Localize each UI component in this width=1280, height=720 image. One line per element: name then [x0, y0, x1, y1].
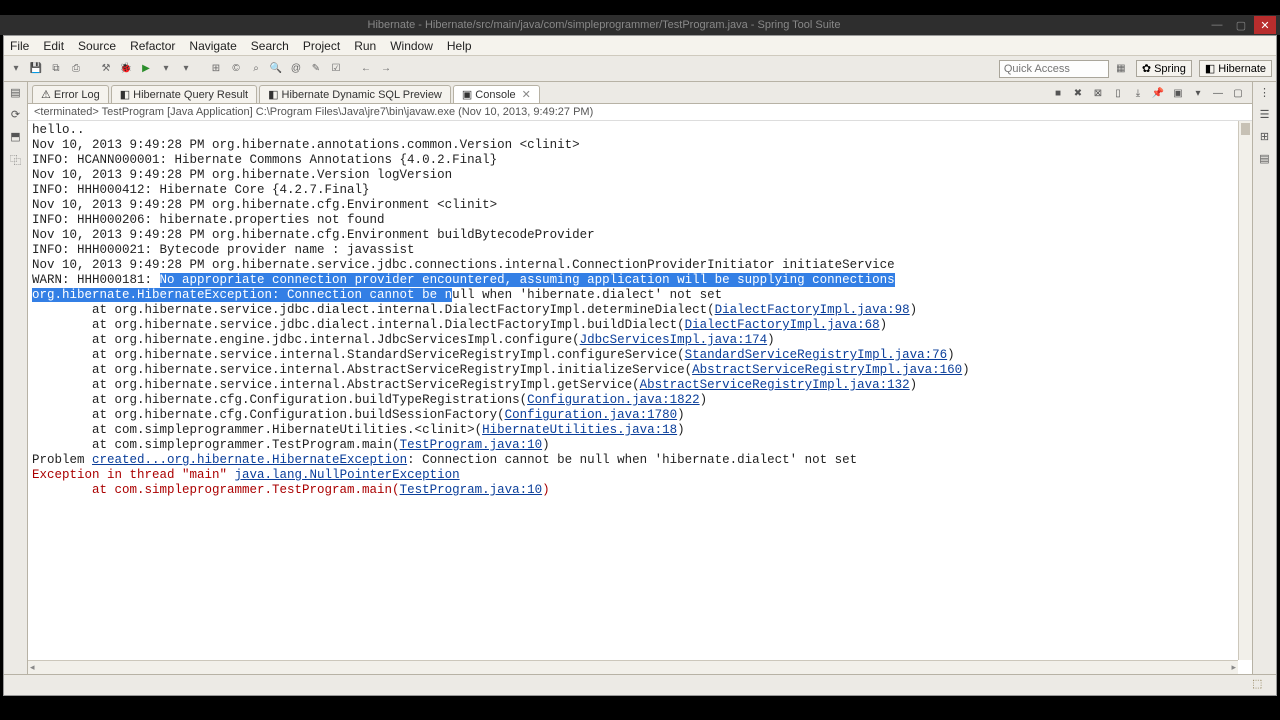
tab-error-log[interactable]: ⚠Error Log: [32, 85, 109, 103]
menu-refactor[interactable]: Refactor: [130, 39, 175, 53]
console-area[interactable]: hello.. Nov 10, 2013 9:49:28 PM org.hibe…: [28, 121, 1252, 674]
perspective-spring[interactable]: ✿Spring: [1136, 60, 1192, 77]
task-list-icon[interactable]: ☰: [1257, 108, 1273, 124]
stack-link-11[interactable]: TestProgram.java:10: [400, 483, 543, 497]
debug-icon[interactable]: 🐞: [118, 61, 134, 77]
sql-preview-icon: ◧: [268, 88, 278, 101]
remove-launch-icon[interactable]: ✖: [1070, 85, 1086, 101]
outline-icon[interactable]: ⋮: [1257, 86, 1273, 102]
terminate-icon[interactable]: ■: [1050, 85, 1066, 101]
stack-link-10[interactable]: TestProgram.java:10: [400, 438, 543, 452]
left-trim: ▤ ⟳ ⬒ ⿻: [4, 82, 28, 674]
servers-icon[interactable]: ⿻: [8, 152, 24, 168]
new-class-icon[interactable]: ©: [228, 61, 244, 77]
stack-link-6[interactable]: AbstractServiceRegistryImpl.java:132: [640, 378, 910, 392]
stack-link-9[interactable]: HibernateUtilities.java:18: [482, 423, 677, 437]
open-perspective-icon[interactable]: ▦: [1113, 61, 1129, 77]
query-result-icon: ◧: [120, 88, 130, 101]
console-text[interactable]: hello.. Nov 10, 2013 9:49:28 PM org.hibe…: [28, 121, 1252, 502]
annotations-icon[interactable]: @: [288, 61, 304, 77]
run-last-icon[interactable]: ▾: [158, 61, 174, 77]
console-toolbar: ■ ✖ ⊠ ▯ ⤓ 📌 ▣ ▾ — ▢: [1050, 85, 1246, 103]
new-icon[interactable]: ▾: [8, 61, 24, 77]
workbench: File Edit Source Refactor Navigate Searc…: [3, 35, 1277, 696]
terminated-label: <terminated> TestProgram [Java Applicati…: [28, 104, 1252, 121]
scroll-right-icon[interactable]: ▸: [1231, 662, 1236, 673]
main-toolbar: ▾ 💾 ⧉ ⎙ ⚒ 🐞 ▶ ▾ ▾ ⊞ © ⌕ 🔍 @ ✎ ☑ ← → ▦ ✿S…: [4, 56, 1276, 82]
menubar: File Edit Source Refactor Navigate Searc…: [4, 36, 1276, 56]
spring-icon: ✿: [1142, 62, 1151, 75]
horizontal-scrollbar[interactable]: ◂▸: [28, 660, 1238, 674]
quick-access-input[interactable]: [999, 60, 1109, 78]
remove-all-icon[interactable]: ⊠: [1090, 85, 1106, 101]
view-tabstrip: ⚠Error Log ◧Hibernate Query Result ◧Hibe…: [28, 82, 1252, 104]
maximize-view-icon[interactable]: ▢: [1230, 85, 1246, 101]
package-explorer-icon[interactable]: ▤: [8, 86, 24, 102]
scroll-lock-icon[interactable]: ⤓: [1130, 85, 1146, 101]
menu-help[interactable]: Help: [447, 39, 472, 53]
navigator-icon[interactable]: ⟳: [8, 108, 24, 124]
right-trim: ⋮ ☰ ⊞ ▤: [1252, 82, 1276, 674]
selected-text-warn[interactable]: No appropriate connection provider encou…: [160, 273, 895, 287]
status-bar: ⬚: [4, 674, 1276, 695]
tab-sql-preview[interactable]: ◧Hibernate Dynamic SQL Preview: [259, 85, 451, 103]
selected-text-exc[interactable]: org.hibernate.HibernateException: Connec…: [32, 288, 452, 302]
forward-icon[interactable]: →: [378, 61, 394, 77]
stack-link-4[interactable]: StandardServiceRegistryImpl.java:76: [685, 348, 948, 362]
status-updates-icon[interactable]: ⬚: [1252, 677, 1268, 693]
tab-console[interactable]: ▣Console✕: [453, 85, 540, 103]
minimize-view-icon[interactable]: —: [1210, 85, 1226, 101]
pin-console-icon[interactable]: 📌: [1150, 85, 1166, 101]
vertical-scrollbar[interactable]: [1238, 121, 1252, 660]
stack-link-5[interactable]: AbstractServiceRegistryImpl.java:160: [692, 363, 962, 377]
console-icon: ▣: [462, 88, 472, 101]
maximize-button[interactable]: ▢: [1230, 16, 1252, 34]
menu-source[interactable]: Source: [78, 39, 116, 53]
print-icon[interactable]: ⎙: [68, 61, 84, 77]
tab-query-result[interactable]: ◧Hibernate Query Result: [111, 85, 257, 103]
save-all-icon[interactable]: ⧉: [48, 61, 64, 77]
menu-search[interactable]: Search: [251, 39, 289, 53]
title-bar: Hibernate - Hibernate/src/main/java/com/…: [0, 15, 1280, 35]
menu-window[interactable]: Window: [390, 39, 433, 53]
properties-icon[interactable]: ⊞: [1257, 130, 1273, 146]
stack-link-1[interactable]: DialectFactoryImpl.java:98: [715, 303, 910, 317]
build-icon[interactable]: ⚒: [98, 61, 114, 77]
hibernate-icon: ◧: [1205, 62, 1215, 75]
clear-console-icon[interactable]: ▯: [1110, 85, 1126, 101]
run-icon[interactable]: ▶: [138, 61, 154, 77]
menu-edit[interactable]: Edit: [43, 39, 64, 53]
close-tab-icon[interactable]: ✕: [522, 88, 531, 101]
stack-link-7[interactable]: Configuration.java:1822: [527, 393, 700, 407]
minimize-button[interactable]: —: [1206, 16, 1228, 34]
menu-navigate[interactable]: Navigate: [189, 39, 236, 53]
stack-link-8[interactable]: Configuration.java:1780: [505, 408, 678, 422]
external-tools-icon[interactable]: ▾: [178, 61, 194, 77]
scroll-left-icon[interactable]: ◂: [30, 662, 35, 673]
save-icon[interactable]: 💾: [28, 61, 44, 77]
scroll-thumb[interactable]: [1241, 123, 1250, 135]
toggle-mark-icon[interactable]: ✎: [308, 61, 324, 77]
back-icon[interactable]: ←: [358, 61, 374, 77]
search-icon[interactable]: 🔍: [268, 61, 284, 77]
display-selected-icon[interactable]: ▣: [1170, 85, 1186, 101]
menu-project[interactable]: Project: [303, 39, 340, 53]
open-console-icon[interactable]: ▾: [1190, 85, 1206, 101]
error-log-icon: ⚠: [41, 88, 51, 101]
new-package-icon[interactable]: ⊞: [208, 61, 224, 77]
window-title: Hibernate - Hibernate/src/main/java/com/…: [4, 19, 1204, 31]
task-icon[interactable]: ☑: [328, 61, 344, 77]
open-type-icon[interactable]: ⌕: [248, 61, 264, 77]
menu-file[interactable]: File: [10, 39, 29, 53]
exception-link[interactable]: java.lang.NullPointerException: [235, 468, 460, 482]
menu-run[interactable]: Run: [354, 39, 376, 53]
perspective-hibernate[interactable]: ◧Hibernate: [1199, 60, 1272, 77]
stack-link-3[interactable]: JdbcServicesImpl.java:174: [580, 333, 768, 347]
stack-link-2[interactable]: DialectFactoryImpl.java:68: [685, 318, 880, 332]
cheatsheets-icon[interactable]: ▤: [1257, 152, 1273, 168]
problem-link[interactable]: created...org.hibernate.HibernateExcepti…: [92, 453, 407, 467]
close-button[interactable]: ✕: [1254, 16, 1276, 34]
hierarchy-icon[interactable]: ⬒: [8, 130, 24, 146]
